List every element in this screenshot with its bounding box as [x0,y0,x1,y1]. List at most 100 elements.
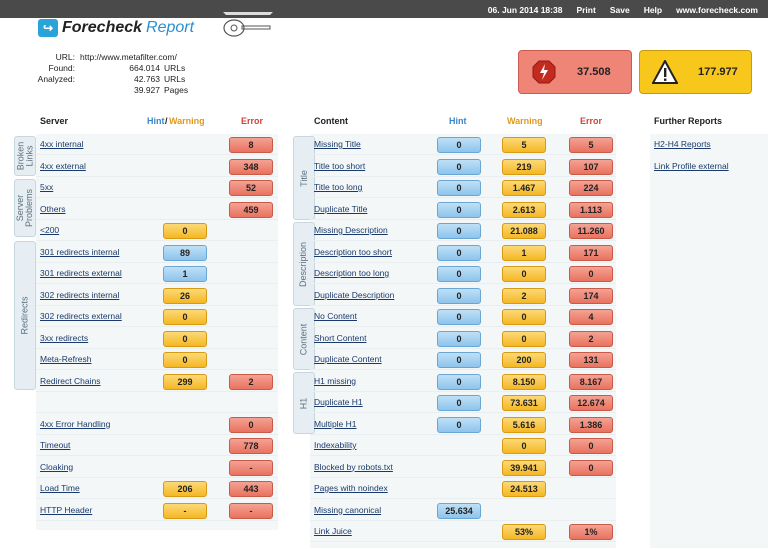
server-warn-value[interactable]: 0 [163,309,207,325]
content-warn-value[interactable]: 0 [502,266,546,282]
content-warn-value[interactable]: 5.616 [502,416,546,433]
content-row-label[interactable]: Duplicate Title [314,204,367,214]
server-row-label[interactable]: 5xx [40,182,53,192]
server-row-label[interactable]: 302 redirects external [40,311,122,321]
server-row-label[interactable]: 4xx external [40,161,86,171]
content-hint-value[interactable]: 0 [437,287,481,304]
server-row-label[interactable]: Cloaking [40,462,73,472]
content-hint-value[interactable]: 0 [437,201,481,218]
total-warnings-box[interactable]: 177.977 [639,50,752,94]
content-err-value[interactable]: 11.260 [569,223,613,239]
content-warn-value[interactable]: 8.150 [502,373,546,390]
content-row-label[interactable]: Duplicate H1 [314,397,363,407]
server-warn-value[interactable]: - [163,502,207,519]
server-row-label[interactable]: Others [40,204,66,214]
content-err-value[interactable]: 2 [569,330,613,347]
content-warn-value[interactable]: 2 [502,287,546,304]
server-row-label[interactable]: Load Time [40,483,80,493]
content-row-label[interactable]: Duplicate Content [314,354,382,364]
server-row-label[interactable]: 301 redirects internal [40,247,119,257]
content-row-label[interactable]: Duplicate Description [314,290,394,300]
content-err-value[interactable]: 131 [569,352,613,368]
content-row-label[interactable]: Multiple H1 [314,419,357,429]
content-row-label[interactable]: Title too long [314,182,362,192]
content-row-label[interactable]: Short Content [314,333,366,343]
server-err-value[interactable]: - [229,502,273,519]
content-warn-value[interactable]: 73.631 [502,395,546,411]
server-err-value[interactable]: 52 [229,180,273,196]
server-err-value[interactable]: 2 [229,373,273,390]
server-row-label[interactable]: <200 [40,225,59,235]
server-row-label[interactable]: 302 redirects internal [40,290,119,300]
content-hint-value[interactable]: 0 [437,352,481,368]
content-warn-value[interactable]: 5 [502,137,546,153]
tab-server-problems[interactable]: Server Problems [14,179,36,237]
content-err-value[interactable]: 174 [569,287,613,304]
content-warn-value[interactable]: 53% [502,524,546,540]
content-hint-value[interactable]: 0 [437,266,481,282]
content-warn-value[interactable]: 24.513 [502,481,546,497]
server-row-label[interactable]: Meta-Refresh [40,354,92,364]
server-err-value[interactable]: 443 [229,481,273,497]
content-hint-value[interactable]: 0 [437,416,481,433]
server-warn-value[interactable]: 26 [163,287,207,304]
content-warn-value[interactable]: 0 [502,330,546,347]
server-row-label[interactable]: Timeout [40,440,70,450]
content-warn-value[interactable]: 0 [502,309,546,325]
content-err-value[interactable]: 107 [569,158,613,175]
server-row-label[interactable]: 4xx internal [40,139,83,149]
content-row-label[interactable]: Title too short [314,161,365,171]
content-err-value[interactable]: 224 [569,180,613,196]
content-row-label[interactable]: Description too long [314,268,389,278]
server-row-label[interactable]: Redirect Chains [40,376,100,386]
content-warn-value[interactable]: 21.088 [502,223,546,239]
content-hint-value[interactable]: 0 [437,309,481,325]
content-row-label[interactable]: Link Juice [314,526,352,536]
content-row-label[interactable]: Blocked by robots.txt [314,462,393,472]
content-row-label[interactable]: Missing Title [314,139,361,149]
tab-broken-links[interactable]: Broken Links [14,136,36,176]
save-link[interactable]: Save [610,5,630,15]
content-hint-value[interactable]: 0 [437,180,481,196]
content-err-value[interactable]: 5 [569,137,613,153]
total-errors-box[interactable]: 37.508 [518,50,632,94]
content-row-label[interactable]: Missing Description [314,225,388,235]
server-warn-value[interactable]: 0 [163,330,207,347]
server-warn-value[interactable]: 0 [163,352,207,368]
content-err-value[interactable]: 1% [569,524,613,540]
content-err-value[interactable]: 1.113 [569,201,613,218]
print-link[interactable]: Print [576,5,595,15]
tab-redirects[interactable]: Redirects [14,241,36,390]
further-report-link[interactable]: Link Profile external [654,161,729,171]
server-row-label[interactable]: 301 redirects external [40,268,122,278]
content-err-value[interactable]: 12.674 [569,395,613,411]
server-warn-value[interactable]: 0 [163,223,207,239]
server-err-value[interactable]: 778 [229,438,273,454]
content-hint-value[interactable]: 0 [437,158,481,175]
content-warn-value[interactable]: 1.467 [502,180,546,196]
content-err-value[interactable]: 0 [569,266,613,282]
content-hint-value[interactable]: 0 [437,137,481,153]
server-warn-value[interactable]: 206 [163,481,207,497]
content-err-value[interactable]: 171 [569,244,613,261]
content-row-label[interactable]: Description too short [314,247,392,257]
content-hint-value[interactable]: 0 [437,244,481,261]
content-err-value[interactable]: 0 [569,438,613,454]
server-row-label[interactable]: 4xx Error Handling [40,419,110,429]
server-err-value[interactable]: 459 [229,201,273,218]
content-hint-value[interactable]: 25.634 [437,502,481,519]
content-err-value[interactable]: 1.386 [569,416,613,433]
content-warn-value[interactable]: 39.941 [502,459,546,476]
server-hint-value[interactable]: 1 [163,266,207,282]
server-err-value[interactable]: 8 [229,137,273,153]
help-link[interactable]: Help [644,5,662,15]
content-warn-value[interactable]: 2.613 [502,201,546,218]
content-row-label[interactable]: H1 missing [314,376,356,386]
content-err-value[interactable]: 0 [569,459,613,476]
content-row-label[interactable]: Indexability [314,440,357,450]
content-row-label[interactable]: Pages with noindex [314,483,388,493]
content-hint-value[interactable]: 0 [437,223,481,239]
server-hint-value[interactable]: 89 [163,244,207,261]
server-err-value[interactable]: 0 [229,416,273,433]
server-row-label[interactable]: 3xx redirects [40,333,88,343]
